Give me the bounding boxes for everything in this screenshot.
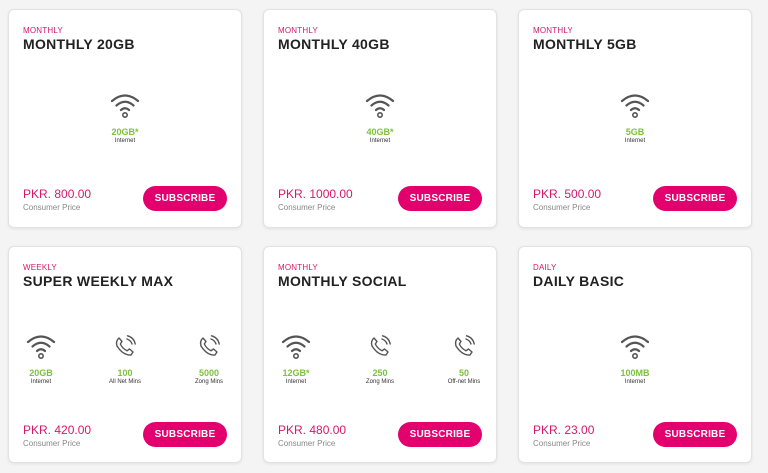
plan-card: MONTHLY MONTHLY 20GB 20GB* Internet PKR. 800… <box>8 9 242 228</box>
plan-card: MONTHLY MONTHLY 5GB 5GB Internet PKR. 500.00… <box>518 9 752 228</box>
feature-label: All Net Mins <box>108 379 141 385</box>
feature-item: 50 Off-net Mins <box>436 333 492 385</box>
plan-price: PKR. 1000.00 <box>278 187 353 201</box>
plan-category: WEEKLY <box>23 263 57 272</box>
phone-icon <box>110 333 140 359</box>
plan-price: PKR. 480.00 <box>278 423 347 437</box>
feature-item: 12GB* Internet <box>268 333 324 385</box>
plan-features: 40GB* Internet <box>264 92 496 144</box>
feature-item: 5000 Zong Mins <box>181 333 237 385</box>
plan-title: MONTHLY 20GB <box>23 36 135 52</box>
wifi-icon <box>110 92 140 118</box>
feature-item: 5GB Internet <box>607 92 663 144</box>
wifi-icon <box>26 333 56 359</box>
feature-item: 40GB* Internet <box>352 92 408 144</box>
subscribe-button[interactable]: SUBSCRIBE <box>143 186 227 211</box>
subscribe-button[interactable]: SUBSCRIBE <box>653 186 737 211</box>
feature-value: 250 <box>372 368 388 378</box>
plan-category: DAILY <box>533 263 557 272</box>
plan-price: PKR. 420.00 <box>23 423 92 437</box>
plan-price: PKR. 500.00 <box>533 187 602 201</box>
feature-item: 20GB* Internet <box>97 92 153 144</box>
plan-price: PKR. 800.00 <box>23 187 92 201</box>
plan-price: PKR. 23.00 <box>533 423 595 437</box>
plan-card: DAILY DAILY BASIC 100MB Internet PKR. 23.00 C… <box>518 246 752 463</box>
feature-label: Off-net Mins <box>447 379 481 385</box>
feature-value: 20GB <box>29 368 53 378</box>
feature-value: 5GB <box>625 127 645 137</box>
feature-value: 100 <box>117 368 133 378</box>
feature-value: 12GB* <box>282 368 310 378</box>
plan-features: 12GB* Internet 250 Zong Mins 50 Off-net Mins <box>264 333 496 385</box>
feature-value: 20GB* <box>111 127 139 137</box>
plan-features: 100MB Internet <box>519 333 751 385</box>
plan-features: 5GB Internet <box>519 92 751 144</box>
wifi-icon <box>620 333 650 359</box>
plan-features: 20GB Internet 100 All Net Mins 5000 Zong Mins <box>9 333 241 385</box>
wifi-icon <box>365 92 395 118</box>
plan-title: MONTHLY 40GB <box>278 36 390 52</box>
feature-item: 250 Zong Mins <box>352 333 408 385</box>
plan-category: MONTHLY <box>278 263 318 272</box>
consumer-price-label: Consumer Price <box>23 439 81 448</box>
feature-value: 40GB* <box>366 127 394 137</box>
plan-card: MONTHLY MONTHLY SOCIAL 12GB* Internet 250 Zon… <box>263 246 497 463</box>
feature-label: Internet <box>285 379 307 385</box>
feature-item: 100 All Net Mins <box>97 333 153 385</box>
consumer-price-label: Consumer Price <box>533 203 591 212</box>
plan-title: MONTHLY 5GB <box>533 36 637 52</box>
phone-icon <box>365 333 395 359</box>
consumer-price-label: Consumer Price <box>533 439 591 448</box>
consumer-price-label: Consumer Price <box>278 439 336 448</box>
feature-label: Zong Mins <box>365 379 394 385</box>
plan-title: DAILY BASIC <box>533 273 625 289</box>
wifi-icon <box>620 92 650 118</box>
plan-category: MONTHLY <box>533 26 573 35</box>
plan-title: MONTHLY SOCIAL <box>278 273 407 289</box>
feature-item: 20GB Internet <box>13 333 69 385</box>
feature-label: Internet <box>114 138 136 144</box>
plan-card: MONTHLY MONTHLY 40GB 40GB* Internet PKR. 100… <box>263 9 497 228</box>
consumer-price-label: Consumer Price <box>278 203 336 212</box>
feature-value: 100MB <box>620 368 650 378</box>
feature-label: Internet <box>30 379 52 385</box>
feature-label: Internet <box>624 379 646 385</box>
plan-features: 20GB* Internet <box>9 92 241 144</box>
subscribe-button[interactable]: SUBSCRIBE <box>398 186 482 211</box>
feature-item: 100MB Internet <box>607 333 663 385</box>
consumer-price-label: Consumer Price <box>23 203 81 212</box>
phone-icon <box>194 333 224 359</box>
feature-value: 50 <box>458 368 469 378</box>
feature-label: Internet <box>369 138 391 144</box>
plan-title: SUPER WEEKLY MAX <box>23 273 174 289</box>
plan-category: MONTHLY <box>278 26 318 35</box>
feature-value: 5000 <box>198 368 220 378</box>
feature-label: Zong Mins <box>194 379 223 385</box>
phone-icon <box>449 333 479 359</box>
wifi-icon <box>281 333 311 359</box>
subscribe-button[interactable]: SUBSCRIBE <box>653 422 737 447</box>
plan-category: MONTHLY <box>23 26 63 35</box>
subscribe-button[interactable]: SUBSCRIBE <box>398 422 482 447</box>
feature-label: Internet <box>624 138 646 144</box>
subscribe-button[interactable]: SUBSCRIBE <box>143 422 227 447</box>
plan-card: WEEKLY SUPER WEEKLY MAX 20GB Internet 100 All… <box>8 246 242 463</box>
